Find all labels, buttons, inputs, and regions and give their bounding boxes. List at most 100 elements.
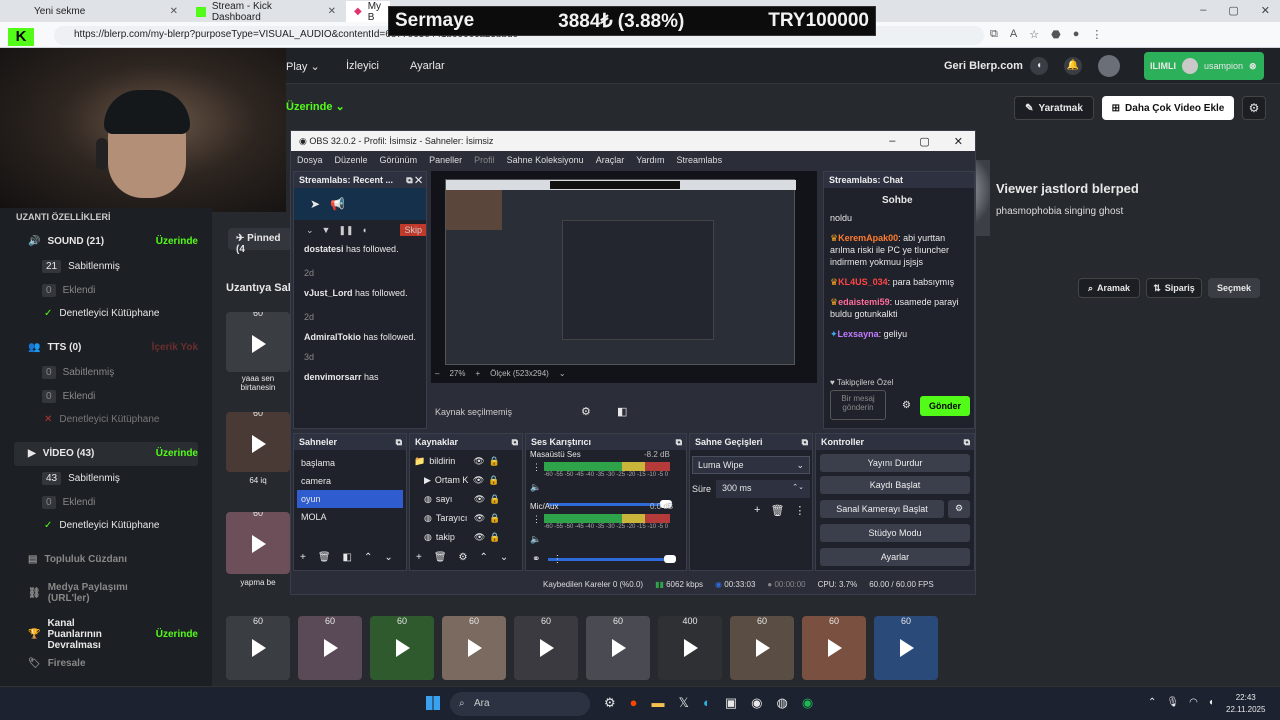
minimize-icon[interactable]: – bbox=[889, 135, 895, 148]
gear-icon[interactable]: ⚙ bbox=[1242, 96, 1266, 120]
back-to-blerp-link[interactable]: Geri Blerp.com bbox=[944, 60, 1023, 72]
zoom-out-icon[interactable]: – bbox=[435, 369, 439, 378]
sidebar-item-firesale[interactable]: 🏷 Firesale bbox=[28, 658, 86, 669]
chat-input[interactable]: Bir mesaj gönderin bbox=[830, 390, 886, 420]
list-item[interactable]: denvimorsarr has bbox=[304, 372, 416, 382]
kebab-icon[interactable]: ⋮ bbox=[532, 462, 541, 473]
scene-item[interactable]: camera bbox=[297, 472, 403, 490]
volume-slider[interactable] bbox=[548, 555, 676, 563]
undock-icon[interactable]: ⧉ bbox=[802, 437, 812, 448]
reddit-app-icon[interactable]: ● bbox=[630, 695, 638, 711]
slider-handle[interactable] bbox=[664, 555, 676, 563]
chevron-up-icon[interactable]: ⌃ bbox=[364, 552, 372, 563]
menu-file[interactable]: Dosya bbox=[297, 155, 323, 165]
add-icon[interactable]: + bbox=[416, 552, 422, 563]
gear-icon[interactable]: ⚙ bbox=[902, 400, 911, 411]
settings-app-icon[interactable]: ⚙ bbox=[604, 695, 616, 711]
speaker-icon[interactable]: 🔈 bbox=[530, 534, 541, 545]
sidebar-subitem[interactable]: ✕ Denetleyici Kütüphane bbox=[44, 414, 159, 425]
translate-icon[interactable]: ⧉ bbox=[990, 28, 998, 41]
bell-icon[interactable]: 🔔 bbox=[1064, 57, 1082, 75]
kebab-icon[interactable]: ⋮ bbox=[532, 514, 541, 525]
video-card[interactable]: 60 bbox=[370, 616, 434, 680]
menu-streamlabs[interactable]: Streamlabs bbox=[677, 155, 723, 165]
search-button[interactable]: ⌕ Aramak bbox=[1078, 278, 1140, 298]
megaphone-icon[interactable]: 📢 bbox=[330, 197, 345, 211]
undock-icon[interactable]: ⧉ bbox=[512, 437, 522, 448]
list-item[interactable]: dostatesi has followed. 2d bbox=[304, 244, 416, 278]
gear-icon[interactable]: ⚙ bbox=[459, 552, 468, 563]
video-card[interactable]: 60 bbox=[226, 312, 290, 372]
avatar[interactable] bbox=[1098, 55, 1120, 77]
tab-my-blerp[interactable]: ◆ My B bbox=[346, 1, 390, 23]
video-card[interactable]: 60 bbox=[802, 616, 866, 680]
sidebar-subitem[interactable]: ✓ Denetleyici Kütüphane bbox=[44, 308, 159, 319]
close-icon[interactable]: ✕ bbox=[954, 135, 963, 148]
order-button[interactable]: ⇅ Sipariş bbox=[1146, 278, 1202, 298]
edge-app-icon[interactable]: ◐ bbox=[703, 695, 711, 711]
close-icon[interactable]: ✕ bbox=[1261, 4, 1270, 17]
sidebar-item-media-share[interactable]: ⛓ Medya Paylaşımı (URL'ler) bbox=[28, 582, 158, 604]
minimize-icon[interactable]: – bbox=[1200, 4, 1206, 17]
nav-settings[interactable]: Ayarlar bbox=[410, 60, 445, 72]
sidebar-subitem[interactable]: 21 Sabitlenmiş bbox=[42, 260, 120, 273]
video-card[interactable]: 60 bbox=[874, 616, 938, 680]
spotify-app-icon[interactable]: ◉ bbox=[802, 695, 813, 711]
close-icon[interactable]: ✕ bbox=[328, 6, 336, 17]
sidebar-item-sound[interactable]: 🔊 SOUND (21) Üzerinde bbox=[28, 236, 198, 247]
virtual-camera-button[interactable]: Sanal Kamerayı Başlat bbox=[820, 500, 944, 518]
preview-area[interactable]: –27% + Ölçek (523x294) ⌄ bbox=[431, 171, 817, 383]
start-recording-button[interactable]: Kaydı Başlat bbox=[820, 476, 970, 494]
chevron-down-icon[interactable]: ⌄ bbox=[559, 369, 566, 378]
add-video-button[interactable]: ⊞ Daha Çok Video Ekle bbox=[1102, 96, 1234, 120]
lock-icon[interactable]: 🔒 bbox=[488, 475, 499, 486]
lock-icon[interactable]: 🔒 bbox=[489, 456, 500, 467]
zoom-in-icon[interactable]: + bbox=[475, 369, 480, 378]
pause-icon[interactable]: ❚❚ bbox=[338, 225, 353, 236]
eye-icon[interactable]: 👁 bbox=[473, 456, 484, 467]
maximize-icon[interactable]: ▢ bbox=[919, 135, 929, 148]
filter-icon[interactable]: ▼ bbox=[322, 225, 331, 235]
studio-mode-button[interactable]: Stüdyo Modu bbox=[820, 524, 970, 542]
profile-icon[interactable]: ● bbox=[1073, 28, 1080, 41]
chevron-up-icon[interactable]: ⌃ bbox=[1148, 697, 1156, 708]
scene-item[interactable]: başlama bbox=[297, 454, 403, 472]
menu-help[interactable]: Yardım bbox=[636, 155, 664, 165]
source-item[interactable]: ▶ Ortam K 👁 🔒 bbox=[414, 471, 518, 490]
store-app-icon[interactable]: ▣ bbox=[725, 695, 737, 711]
source-item[interactable]: 📁 bildirin 👁 🔒 bbox=[414, 452, 518, 471]
chevron-down-icon[interactable]: ⌄ bbox=[384, 552, 392, 563]
gear-icon[interactable]: ⚙ bbox=[581, 405, 591, 418]
settings-button[interactable]: Ayarlar bbox=[820, 548, 970, 566]
eye-icon[interactable]: 👁 bbox=[473, 475, 484, 486]
video-card[interactable]: 60 bbox=[226, 512, 290, 574]
stop-stream-button[interactable]: Yayını Durdur bbox=[820, 454, 970, 472]
sidebar-subitem[interactable]: 0 Eklendi bbox=[42, 284, 95, 297]
scene-item-selected[interactable]: oyun bbox=[297, 490, 403, 508]
video-card[interactable]: 60 bbox=[442, 616, 506, 680]
select-button[interactable]: Seçmek bbox=[1208, 278, 1260, 298]
taskbar-clock[interactable]: 22:43 22.11.2025 bbox=[1226, 692, 1265, 716]
eye-icon[interactable]: 👁 bbox=[474, 532, 485, 543]
moderation-mode-button[interactable]: ILIMLI usampion ⊗ bbox=[1144, 52, 1264, 80]
folder-app-icon[interactable]: ▬ bbox=[652, 695, 665, 711]
kebab-icon[interactable]: ⋮ bbox=[552, 554, 562, 565]
video-card[interactable]: 60 bbox=[586, 616, 650, 680]
taskbar-search[interactable]: ⌕ Ara bbox=[450, 692, 590, 716]
close-icon[interactable]: ⊗ bbox=[1249, 61, 1257, 72]
source-item[interactable]: ◍ takip 👁 🔒 bbox=[414, 528, 518, 547]
menu-tools[interactable]: Araçlar bbox=[596, 155, 625, 165]
sidebar-subitem[interactable]: 0 Eklendi bbox=[42, 496, 95, 509]
list-item[interactable]: vJust_Lord has followed. 2d bbox=[304, 288, 416, 322]
create-button[interactable]: ✎ Yaratmak bbox=[1014, 96, 1094, 120]
obs-app-icon[interactable]: ◉ bbox=[751, 695, 762, 711]
trash-icon[interactable]: 🗑 bbox=[434, 552, 447, 563]
volume-icon[interactable]: ◖ bbox=[362, 225, 367, 235]
close-icon[interactable]: ✕ bbox=[170, 6, 178, 17]
add-icon[interactable]: + bbox=[754, 504, 760, 517]
mic-icon[interactable]: 🎙 bbox=[1166, 697, 1179, 708]
undock-icon[interactable]: ⧉ bbox=[396, 437, 406, 448]
video-card[interactable]: 60 bbox=[514, 616, 578, 680]
link-icon[interactable]: ⚭ bbox=[532, 554, 540, 565]
filter-icon[interactable]: ◧ bbox=[343, 552, 352, 563]
